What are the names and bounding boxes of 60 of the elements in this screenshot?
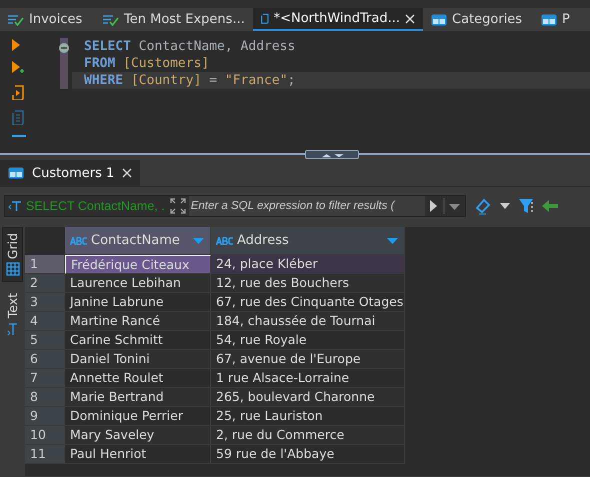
editor-tab[interactable]: Invoices	[0, 8, 95, 31]
table-cell: Frédérique Citeaux	[65, 255, 211, 274]
splitter-handle[interactable]	[305, 150, 359, 159]
editor-tab[interactable]: Ten Most Expens...	[95, 8, 253, 31]
caret-icon[interactable]	[500, 203, 510, 209]
table-cell: 67, avenue de l'Europe	[211, 350, 405, 369]
results-tab[interactable]: Customers 1	[0, 160, 140, 186]
row-number[interactable]: 10	[25, 426, 65, 445]
play-icon[interactable]	[12, 39, 20, 51]
back-arrow-icon[interactable]	[542, 200, 558, 212]
table-cell: Laurence Lebihan	[65, 274, 211, 293]
close-icon[interactable]	[122, 168, 132, 178]
table-cell: 2, rue du Commerce	[211, 426, 405, 445]
row-number[interactable]: 9	[25, 407, 65, 426]
table-cell: 265, boulevard Charonne	[211, 388, 405, 407]
editor-tab[interactable]: P	[533, 8, 590, 31]
table-cell: Marie Bertrand	[65, 388, 211, 407]
text-icon	[6, 322, 18, 336]
table-cell: Paul Henriot	[65, 445, 211, 464]
column-header[interactable]: ContactName	[65, 227, 211, 255]
play-plus-icon[interactable]	[12, 61, 24, 75]
sort-caret-icon[interactable]	[387, 238, 398, 244]
collapse-icon[interactable]	[59, 43, 69, 53]
query-list-icon	[103, 14, 119, 26]
table-cell: 12, rue des Bouchers	[211, 274, 405, 293]
table-cell: Martine Rancé	[65, 312, 211, 331]
table-cell: 24, place Kléber	[211, 255, 405, 274]
table-icon	[8, 167, 24, 179]
row-number[interactable]: 2	[25, 274, 65, 293]
column-header[interactable]: Address	[211, 227, 405, 255]
table-cell: 184, chaussée de Tournai	[211, 312, 405, 331]
grid-icon	[6, 262, 20, 276]
row-number[interactable]: 5	[25, 331, 65, 350]
table-cell: 59 rue de l'Abbaye	[211, 445, 405, 464]
query-list-icon	[8, 14, 24, 26]
close-icon[interactable]	[405, 14, 415, 24]
run-script-icon[interactable]	[12, 85, 24, 100]
table-icon	[431, 14, 447, 26]
row-number[interactable]: 3	[25, 293, 65, 312]
row-number[interactable]: 8	[25, 388, 65, 407]
code-line: SELECT ContactName, Address	[72, 38, 590, 55]
eraser-icon[interactable]	[474, 197, 492, 215]
row-number[interactable]: 7	[25, 369, 65, 388]
text-type-icon	[70, 236, 88, 244]
table-icon	[541, 14, 557, 26]
view-tab[interactable]: Grid	[2, 227, 23, 282]
row-number[interactable]: 1	[25, 255, 65, 274]
editor-tab[interactable]: Categories	[423, 8, 533, 31]
editor-tab[interactable]: *<NorthWindTrad...	[253, 8, 423, 31]
table-cell: Daniel Tonini	[65, 350, 211, 369]
code-line: FROM [Customers]	[83, 55, 210, 72]
view-tab[interactable]: Text	[3, 288, 22, 341]
row-number[interactable]: 4	[25, 312, 65, 331]
table-cell: Mary Saveley	[65, 426, 211, 445]
filter-icon[interactable]	[518, 198, 534, 214]
row-number[interactable]: 11	[25, 445, 65, 464]
script-icon	[261, 11, 269, 26]
text-type-icon	[216, 236, 234, 244]
document-icon[interactable]	[12, 110, 24, 125]
row-number[interactable]: 6	[25, 350, 65, 369]
